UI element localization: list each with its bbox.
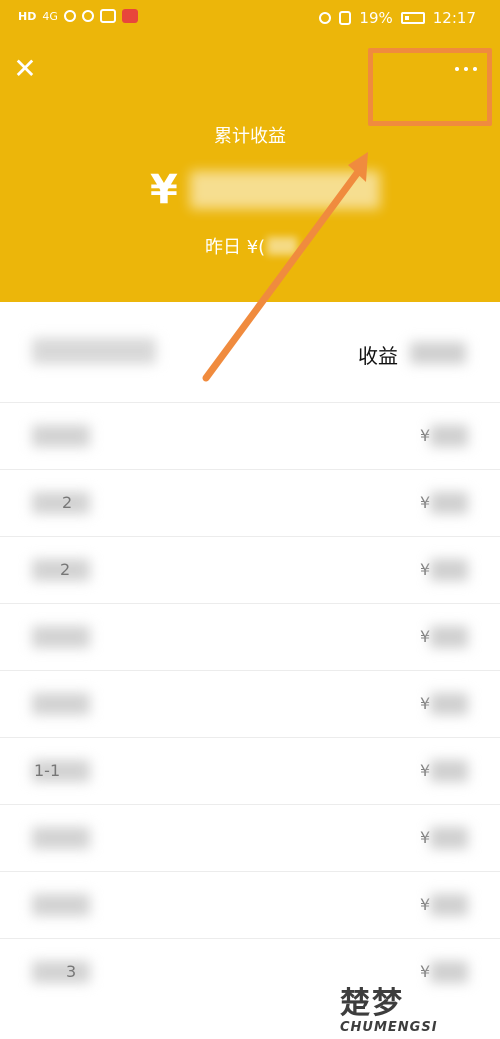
network-type: 4G (42, 9, 58, 23)
obscured-date (32, 693, 90, 715)
amount-currency: ¥ (420, 761, 431, 780)
currency-symbol: ¥ (150, 167, 178, 213)
status-bar: HD 4G 19% 12:17 (0, 0, 500, 38)
obscured-header-label (32, 338, 156, 364)
obscured-amount (430, 693, 468, 715)
income-column-label: 收益 (358, 344, 398, 368)
hd-badge: HD (18, 9, 37, 23)
close-button[interactable]: ✕ (12, 55, 38, 83)
status-bar-right: 19% 12:17 (319, 9, 476, 27)
earnings-list: ¥ 2 ¥ 2 ¥ ¥ ¥ 1-1 ¥ ¥ ¥ 3 ¥ (0, 402, 500, 1005)
obscured-amount (430, 760, 468, 782)
yesterday-earnings: 昨日 ¥( (205, 233, 298, 259)
clock: 12:17 (432, 9, 476, 27)
earnings-list-header: 收益 (0, 302, 500, 402)
obscured-date (32, 894, 90, 916)
amount-currency: ¥ (420, 828, 431, 847)
amount-currency: ¥ (420, 895, 431, 914)
list-item[interactable]: ¥ (0, 603, 500, 670)
cumulative-earnings-title: 累计收益 (214, 126, 286, 147)
highlight-annotation-box (368, 48, 492, 126)
battery-percent: 19% (359, 9, 393, 27)
amount-currency: ¥ (420, 694, 431, 713)
list-item[interactable]: ¥ (0, 804, 500, 871)
obscured-date (32, 626, 90, 648)
vibrate-icon (339, 11, 352, 25)
obscured-amount (430, 894, 468, 916)
amount-currency: ¥ (420, 627, 431, 646)
watermark-logo: 楚梦 CHUMENGSI (330, 978, 500, 1039)
app-notification-icon (121, 9, 138, 23)
search-icon (81, 10, 94, 22)
list-item[interactable]: ¥ (0, 871, 500, 938)
list-item[interactable]: 1-1 ¥ (0, 737, 500, 804)
status-bar-left: HD 4G (18, 9, 138, 23)
list-item[interactable]: 2 ¥ (0, 536, 500, 603)
battery-icon (400, 12, 425, 24)
earnings-header: HD 4G 19% 12:17 ✕ 累计收益 ¥ 昨日 ¥( (0, 0, 500, 302)
amount-currency: ¥ (420, 560, 431, 579)
obscured-date (32, 827, 90, 849)
yesterday-label: 昨日 ¥( (205, 237, 266, 258)
obscured-amount (430, 626, 468, 648)
obscured-amount (189, 171, 380, 209)
list-item[interactable]: 2 ¥ (0, 469, 500, 536)
obscured-amount (430, 827, 468, 849)
obscured-amount (430, 559, 468, 581)
obscured-date (32, 425, 90, 447)
amount-currency: ¥ (420, 426, 431, 445)
date-fragment: 1-1 (34, 761, 61, 780)
eye-icon (319, 12, 332, 24)
wifi-icon (63, 10, 76, 22)
watermark-title: 楚梦 (340, 986, 404, 1021)
obscured-date (32, 961, 90, 983)
date-fragment: 3 (66, 962, 77, 981)
list-item[interactable]: ¥ (0, 402, 500, 469)
wechat-icon (99, 9, 116, 23)
obscured-amount (430, 492, 468, 514)
cumulative-earnings-amount: ¥ (150, 165, 380, 215)
obscured-header-value (410, 342, 466, 364)
obscured-date (32, 492, 90, 514)
obscured-amount (430, 425, 468, 447)
list-item[interactable]: ¥ (0, 670, 500, 737)
amount-currency: ¥ (420, 493, 431, 512)
obscured-yesterday-amount (267, 237, 298, 255)
date-fragment: 2 (62, 493, 73, 512)
watermark-subtitle: CHUMENGSI (340, 1020, 438, 1035)
date-fragment: 2 (60, 560, 71, 579)
